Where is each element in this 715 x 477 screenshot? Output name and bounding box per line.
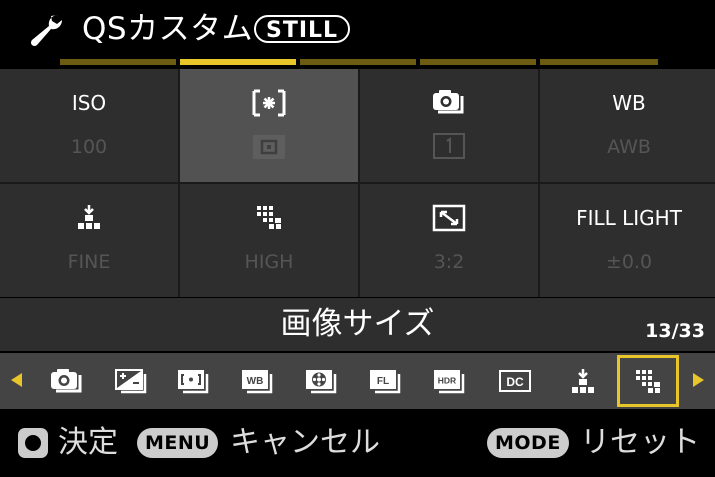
- strip-item-dc[interactable]: DC: [484, 355, 546, 407]
- svg-text:DC: DC: [506, 375, 524, 389]
- svg-text:WB: WB: [247, 376, 264, 387]
- footer: 決定 MENU キャンセル MODE リセット: [0, 410, 715, 477]
- grid-value: 3:2: [433, 251, 465, 273]
- drive-mode-icon: [51, 369, 82, 393]
- item-info-row: 画像サイズ 13/33: [0, 298, 715, 351]
- grid-cell-image-size[interactable]: HIGH: [180, 184, 358, 297]
- strip-item-fill-light[interactable]: FL: [354, 355, 416, 407]
- image-quality-icon: [78, 205, 100, 229]
- menu-label: キャンセル: [230, 425, 380, 460]
- grid-cell-fill-light[interactable]: FILL LIGHT ±0.0: [540, 184, 715, 297]
- tab-segment-4[interactable]: [420, 59, 536, 65]
- grid-cell-aspect-ratio[interactable]: 3:2: [360, 184, 538, 297]
- image-quality-icon: [572, 369, 594, 393]
- strip-item-drive[interactable]: [36, 355, 98, 407]
- grid-cell-wb[interactable]: WB AWB: [540, 69, 715, 182]
- strip-item-metering[interactable]: [162, 355, 224, 407]
- strip-item-image-size[interactable]: [617, 355, 679, 407]
- exposure-comp-icon: [115, 369, 147, 394]
- header: QSカスタム STILL: [0, 0, 715, 58]
- single-frame-icon: [433, 133, 465, 159]
- drive-mode-icon: [433, 90, 464, 114]
- aspect-ratio-icon: [432, 204, 466, 232]
- mode-key[interactable]: MODE: [487, 428, 569, 458]
- page-title: QSカスタム: [82, 11, 254, 47]
- grid-value: HIGH: [244, 251, 294, 273]
- menu-key[interactable]: MENU: [137, 428, 219, 458]
- mode-label: リセット: [580, 425, 700, 460]
- icon-strip: WB FL HDR DC: [0, 353, 715, 409]
- ok-label: 決定: [58, 425, 118, 460]
- strip-item-exposure-comp[interactable]: [100, 355, 162, 407]
- strip-item-hdr[interactable]: HDR: [418, 355, 480, 407]
- svg-text:HDR: HDR: [438, 376, 456, 386]
- grid-label: WB: [612, 91, 646, 115]
- dc-icon: DC: [499, 370, 531, 392]
- settings-grid: ISO 100 WB AWB FINE HIGH 3:2 FILL LIGHT …: [0, 69, 715, 297]
- grid-cell-drive[interactable]: [360, 69, 538, 182]
- scroll-left-arrow-icon[interactable]: [11, 373, 22, 387]
- selected-item-name: 画像サイズ: [280, 306, 435, 342]
- tab-segment-5[interactable]: [540, 59, 658, 65]
- tab-segment-2[interactable]: [180, 59, 296, 65]
- grid-cell-af-mode[interactable]: [180, 69, 358, 182]
- metering-icon: [178, 370, 209, 394]
- spot-metering-icon: [252, 89, 286, 117]
- grid-label: FILL LIGHT: [576, 206, 682, 230]
- wrench-icon: [30, 14, 63, 47]
- grid-cell-iso[interactable]: ISO 100: [0, 69, 178, 182]
- svg-text:FL: FL: [377, 376, 389, 387]
- tab-segment-1[interactable]: [60, 59, 176, 65]
- af-point-icon: [253, 135, 285, 159]
- grid-cell-image-quality[interactable]: FINE: [0, 184, 178, 297]
- grid-value: AWB: [607, 136, 651, 158]
- grid-value: 100: [70, 136, 108, 158]
- tab-indicator-bar: [60, 59, 658, 65]
- grid-value: ±0.0: [605, 251, 653, 273]
- strip-item-image-quality[interactable]: [552, 355, 614, 407]
- scroll-right-arrow-icon[interactable]: [693, 373, 704, 387]
- grid-value: FINE: [67, 251, 111, 273]
- strip-item-white-balance[interactable]: WB: [226, 355, 288, 407]
- ok-button-icon[interactable]: [18, 428, 48, 458]
- white-balance-icon: WB: [242, 370, 273, 394]
- image-size-icon: [257, 206, 281, 229]
- still-badge: STILL: [254, 15, 351, 43]
- fill-light-icon: FL: [370, 370, 401, 394]
- strip-item-film-mode[interactable]: [290, 355, 352, 407]
- grid-label: ISO: [71, 91, 107, 115]
- film-mode-icon: [306, 370, 337, 394]
- image-size-icon: [636, 370, 660, 393]
- tab-segment-3[interactable]: [300, 59, 416, 65]
- hdr-icon: HDR: [434, 370, 465, 394]
- item-counter: 13/33: [645, 320, 705, 342]
